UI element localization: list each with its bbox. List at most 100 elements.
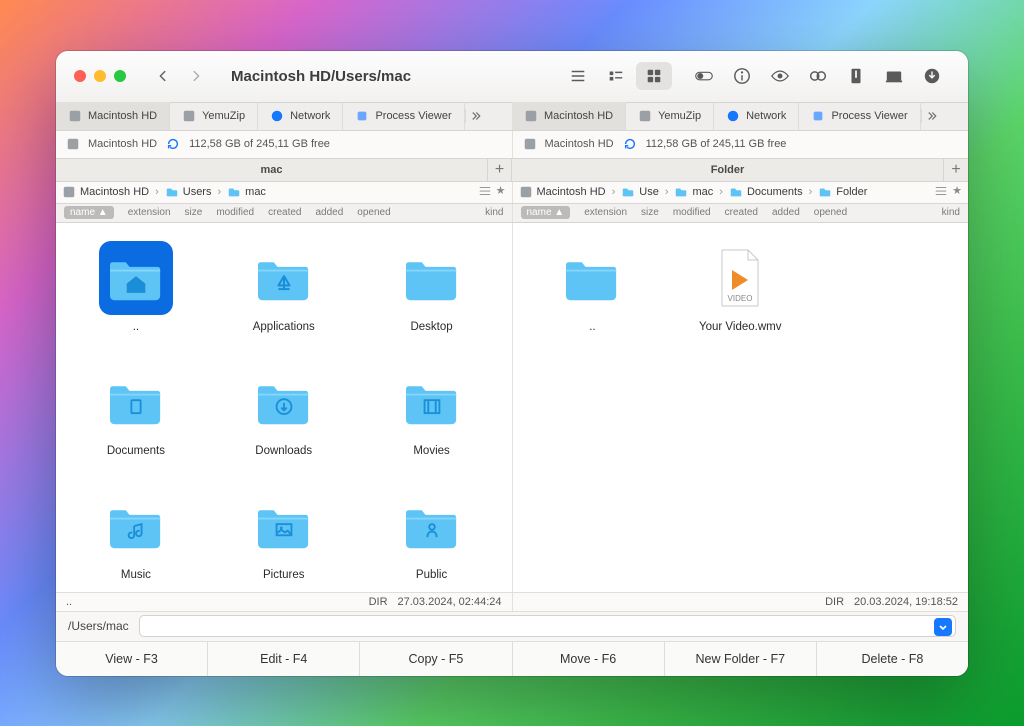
- info-button[interactable]: [724, 62, 760, 90]
- tab-right[interactable]: Folder: [512, 159, 944, 181]
- breadcrumb-item[interactable]: mac›: [674, 185, 724, 199]
- item-label: Music: [121, 569, 151, 581]
- folder-item[interactable]: Pictures: [216, 483, 352, 587]
- back-button[interactable]: [148, 62, 178, 90]
- folder-item[interactable]: Documents: [68, 359, 204, 463]
- drive-tab[interactable]: Macintosh HD: [56, 102, 170, 130]
- view-mode-icon[interactable]: [934, 184, 948, 201]
- quicklook-button[interactable]: [762, 62, 798, 90]
- item-label: Movies: [413, 445, 449, 457]
- column-extension[interactable]: extension: [584, 207, 627, 218]
- folder-item[interactable]: Desktop: [364, 235, 500, 339]
- fkey-button[interactable]: Move - F6: [513, 642, 665, 676]
- tab-left[interactable]: mac: [56, 159, 488, 181]
- zoom-button[interactable]: [114, 70, 126, 82]
- search-button[interactable]: [800, 62, 836, 90]
- folder-item[interactable]: ..: [525, 235, 661, 339]
- drive-tabs: Macintosh HDYemuZipNetworkProcess Viewer…: [56, 103, 968, 131]
- fkey-button[interactable]: New Folder - F7: [665, 642, 817, 676]
- breadcrumb-item[interactable]: Folder: [818, 185, 867, 199]
- item-label: Pictures: [263, 569, 305, 581]
- fkey-button[interactable]: Delete - F8: [817, 642, 968, 676]
- drive-tab[interactable]: YemuZip: [170, 102, 258, 130]
- column-opened[interactable]: opened: [357, 207, 390, 218]
- title-bar: Macintosh HD/Users/mac: [56, 51, 968, 103]
- breadcrumb-item[interactable]: Documents›: [729, 185, 814, 199]
- volume-left: Macintosh HD 112,58 GB of 245,11 GB free: [56, 131, 513, 158]
- file-item[interactable]: VIDEOYour Video.wmv: [672, 235, 808, 339]
- item-label: Applications: [253, 321, 315, 333]
- column-modified[interactable]: modified: [216, 207, 254, 218]
- column-created[interactable]: created: [725, 207, 758, 218]
- folder-item[interactable]: Music: [68, 483, 204, 587]
- breadcrumb-item[interactable]: Users›: [165, 185, 223, 199]
- fkey-button[interactable]: Edit - F4: [208, 642, 360, 676]
- column-extension[interactable]: extension: [128, 207, 171, 218]
- folder-item[interactable]: Downloads: [216, 359, 352, 463]
- breadcrumb-item[interactable]: mac: [227, 185, 266, 199]
- folder-item[interactable]: ..: [68, 235, 204, 339]
- fkey-button[interactable]: Copy - F5: [360, 642, 512, 676]
- folder-icon: [247, 241, 321, 315]
- column-created[interactable]: created: [268, 207, 301, 218]
- column-view-button[interactable]: [598, 62, 634, 90]
- close-button[interactable]: [74, 70, 86, 82]
- column-kind[interactable]: kind: [485, 207, 503, 218]
- status-dir-right: DIR: [825, 596, 844, 608]
- folder-icon: [395, 365, 469, 439]
- panels: .. Applications Desktop DocumentsDownloads M…: [56, 223, 968, 592]
- archive-button[interactable]: [838, 62, 874, 90]
- more-drives-icon[interactable]: [921, 109, 947, 123]
- column-added[interactable]: added: [772, 207, 800, 218]
- add-tab-right[interactable]: +: [944, 159, 968, 181]
- drive-tab[interactable]: Process Viewer: [799, 102, 920, 130]
- column-size[interactable]: size: [185, 207, 203, 218]
- drive-tab[interactable]: YemuZip: [626, 102, 714, 130]
- column-modified[interactable]: modified: [673, 207, 711, 218]
- volume-name-right: Macintosh HD: [545, 138, 614, 150]
- column-added[interactable]: added: [315, 207, 343, 218]
- view-mode-icon[interactable]: [478, 184, 492, 201]
- path-history-icon[interactable]: [934, 618, 952, 636]
- favorite-icon[interactable]: ★: [952, 184, 962, 201]
- refresh-icon[interactable]: [622, 136, 638, 152]
- folder-item[interactable]: Movies: [364, 359, 500, 463]
- volume-free-right: 112,58 GB of 245,11 GB free: [646, 138, 787, 150]
- breadcrumb-item[interactable]: Use›: [621, 185, 670, 199]
- folder-item[interactable]: Applications: [216, 235, 352, 339]
- forward-button[interactable]: [181, 62, 211, 90]
- folder-icon: [99, 241, 173, 315]
- column-name[interactable]: name ▲: [521, 206, 571, 219]
- list-view-button[interactable]: [560, 62, 596, 90]
- drive-tab[interactable]: Network: [714, 102, 799, 130]
- item-label: Desktop: [410, 321, 452, 333]
- folder-item[interactable]: Public: [364, 483, 500, 587]
- column-kind[interactable]: kind: [942, 207, 960, 218]
- folder-icon: [247, 489, 321, 563]
- drive-tab[interactable]: Macintosh HD: [512, 102, 626, 130]
- refresh-icon[interactable]: [165, 136, 181, 152]
- airdrop-button[interactable]: [876, 62, 912, 90]
- add-tab-left[interactable]: +: [488, 159, 512, 181]
- view-switcher: [560, 62, 672, 90]
- toggle-hidden-button[interactable]: [686, 62, 722, 90]
- icon-view-button[interactable]: [636, 62, 672, 90]
- column-name[interactable]: name ▲: [64, 206, 114, 219]
- breadcrumb-item[interactable]: Macintosh HD›: [519, 185, 618, 199]
- item-label: ..: [589, 321, 595, 333]
- favorite-icon[interactable]: ★: [496, 184, 506, 201]
- folder-icon: [395, 241, 469, 315]
- column-size[interactable]: size: [641, 207, 659, 218]
- download-button[interactable]: [914, 62, 950, 90]
- more-drives-icon[interactable]: [465, 109, 491, 123]
- drive-tab[interactable]: Network: [258, 102, 343, 130]
- breadcrumbs: Macintosh HD›Users›mac ★ Macintosh HD›Us…: [56, 182, 968, 204]
- column-opened[interactable]: opened: [814, 207, 847, 218]
- breadcrumb-item[interactable]: Macintosh HD›: [62, 185, 161, 199]
- nav-arrows: [148, 62, 211, 90]
- minimize-button[interactable]: [94, 70, 106, 82]
- path-input[interactable]: [139, 615, 956, 637]
- panel-left: .. Applications Desktop DocumentsDownloads M…: [56, 223, 513, 592]
- fkey-button[interactable]: View - F3: [56, 642, 208, 676]
- drive-tab[interactable]: Process Viewer: [343, 102, 464, 130]
